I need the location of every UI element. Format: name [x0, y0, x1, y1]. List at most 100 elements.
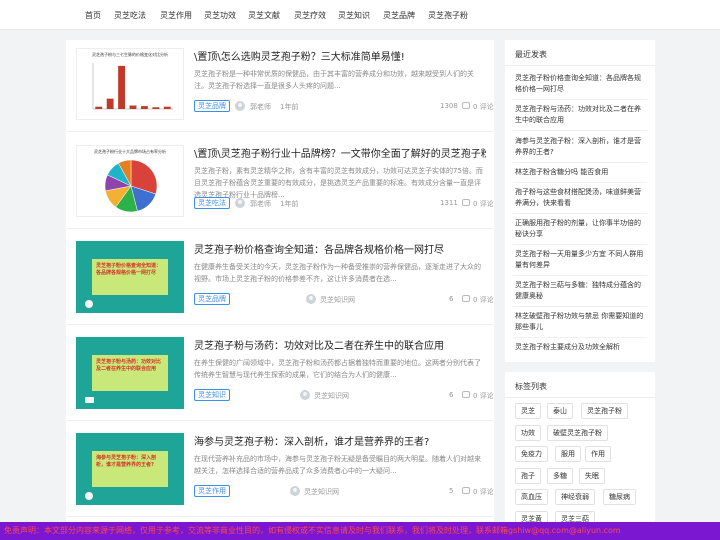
article-comments[interactable]: 0 评论	[473, 487, 494, 497]
recent-post-link[interactable]: 林芝破壁孢子粉功效与禁忌 你需要知道的那些事儿	[515, 311, 647, 333]
article-thumbnail[interactable]: 灵芝孢子粉与汤药：功效对比及二者在养生中的联合应用	[76, 337, 184, 409]
thumbnail-text: 海参与灵芝孢子粉：深入剖析，谁才是营养界的王者?	[96, 455, 157, 468]
chart-bar	[152, 107, 160, 109]
chart-bar	[118, 65, 125, 109]
recent-post-link[interactable]: 灵芝孢子粉一天用量多少方宜 不同人群用量有何差异	[515, 249, 647, 271]
article-excerpt: 在现代营养补充品的市场中，海参与灵芝孢子粉无疑是备受瞩目的两大明星。随着人们对越…	[194, 455, 481, 475]
tag-link[interactable]: 失眠	[579, 468, 605, 484]
tag-list-widget: 标签列表 灵芝 泰山 灵芝孢子粉 功效 破壁灵芝孢子粉 免疫力 服用 作用 孢子…	[505, 372, 655, 527]
avatar	[306, 294, 316, 304]
thumbnail-text: 灵芝孢子粉与汤药：功效对比及二者在养生中的联合应用	[96, 359, 162, 372]
divider	[505, 65, 655, 66]
article-comments[interactable]: 0 评论	[473, 102, 494, 112]
article-title[interactable]: 海参与灵芝孢子粉：深入剖析，谁才是营养界的王者?	[194, 433, 486, 448]
nav-item-therapy[interactable]: 灵芝疗效	[294, 10, 326, 21]
nav-item-efficacy[interactable]: 灵芝功效	[204, 10, 236, 21]
article-title[interactable]: \置顶\怎么选购灵芝孢子粉？三大标准简单易懂!	[194, 48, 486, 63]
tag-link[interactable]: 免疫力	[515, 446, 548, 462]
article-author[interactable]: 灵芝知识网	[320, 295, 355, 305]
recent-posts-title: 最近发表	[515, 50, 547, 59]
recent-post-link[interactable]: 灵芝孢子粉与汤药：功效对比及二者在养生中的联合应用	[515, 104, 647, 126]
comment-icon	[462, 487, 470, 494]
article-thumbnail[interactable]: 灵芝孢子粉价格查询全知道：各品牌各规格价格一网打尽	[76, 241, 184, 313]
recent-post-link[interactable]: 灵芝孢子粉价格查询全知道：各品牌各规格价格一网打尽	[515, 73, 647, 95]
avatar	[290, 486, 300, 496]
tag-link[interactable]: 灵芝	[515, 403, 541, 419]
nav-item-literature[interactable]: 灵芝文献	[248, 10, 280, 21]
tag-list-title: 标签列表	[515, 382, 547, 391]
article-author[interactable]: 郭老师	[250, 199, 271, 209]
divider	[505, 397, 655, 398]
nav-item-effect[interactable]: 灵芝作用	[160, 10, 192, 21]
article-item: 灵芝孢子粉价格查询全知道：各品牌各规格价格一网打尽 灵芝孢子粉价格查询全知道：各…	[66, 233, 494, 325]
article-tag[interactable]: 灵芝品牌	[194, 293, 230, 305]
article-author[interactable]: 灵芝知识网	[304, 487, 339, 497]
tag-link[interactable]: 神经衰弱	[555, 489, 595, 505]
article-item: 灵芝孢子粉与汤药：功效对比及二者在养生中的联合应用 灵芝孢子粉与汤药：功效对比及…	[66, 329, 494, 421]
thumbnail-text: 灵芝孢子粉价格查询全知道：各品牌各规格价格一网打尽	[96, 263, 162, 276]
thumbnail-label-box: 灵芝孢子粉与汤药：功效对比及二者在养生中的联合应用	[92, 355, 168, 391]
recent-post-link[interactable]: 海参与灵芝孢子粉：深入剖析，谁才是营养界的王者?	[515, 136, 647, 158]
tag-link[interactable]: 泰山	[547, 403, 573, 419]
article-tag[interactable]: 灵芝吃法	[194, 197, 230, 209]
comment-icon	[462, 295, 470, 302]
tag-link[interactable]: 多糖	[547, 468, 573, 484]
tag-link[interactable]: 糖尿病	[603, 489, 636, 505]
article-comments[interactable]: 0 评论	[473, 391, 494, 401]
article-author[interactable]: 灵芝知识网	[314, 391, 349, 401]
nav-item-eating[interactable]: 灵芝吃法	[114, 10, 146, 21]
recent-post-link[interactable]: 灵芝孢子粉主要成分及功效全解析	[515, 342, 647, 353]
nav-item-knowledge[interactable]: 灵芝知识	[338, 10, 370, 21]
thumbnail-label-box: 灵芝孢子粉价格查询全知道：各品牌各规格价格一网打尽	[92, 259, 168, 295]
article-comments[interactable]: 0 评论	[473, 295, 494, 305]
article-item: 灵芝孢子粉行业十大品牌市场占有率分析 \置顶\灵芝孢子粉行业十品牌榜？一文带你全…	[66, 137, 494, 229]
divider	[513, 213, 647, 214]
nav-item-brand[interactable]: 灵芝品牌	[383, 10, 415, 21]
divider	[513, 244, 647, 245]
article-comments[interactable]: 0 评论	[473, 199, 494, 209]
divider	[513, 162, 647, 163]
article-list: 灵芝孢子粉与三七生脉的价格变化对比分析 \置顶\怎么选购灵芝孢子粉？三大标准简单…	[66, 40, 494, 540]
recent-post-link[interactable]: 孢子粉与这些食材搭配煲汤，味道鲜美营养满分，快来看看	[515, 187, 647, 209]
comment-icon	[462, 102, 470, 109]
article-title[interactable]: 灵芝孢子粉与汤药：功效对比及二者在养生中的联合应用	[194, 337, 486, 352]
chart-axis	[92, 63, 173, 110]
recent-posts-widget: 最近发表 灵芝孢子粉价格查询全知道：各品牌各规格价格一网打尽 灵芝孢子粉与汤药：…	[505, 40, 655, 362]
tag-link[interactable]: 灵芝孢子粉	[581, 403, 628, 419]
tag-link[interactable]: 破壁灵芝孢子粉	[547, 425, 608, 441]
article-thumbnail[interactable]: 海参与灵芝孢子粉：深入剖析，谁才是营养界的王者?	[76, 433, 184, 505]
recent-post-link[interactable]: 正确服用孢子粉的剂量，让你事半功倍的秘诀分享	[515, 218, 647, 240]
article-time: 1年前	[280, 200, 299, 208]
article-thumbnail[interactable]: 灵芝孢子粉行业十大品牌市场占有率分析	[76, 145, 184, 217]
article-views: 6	[449, 295, 454, 303]
article-views: 6	[449, 391, 454, 399]
article-tag[interactable]: 灵芝知识	[194, 389, 230, 401]
divider	[513, 337, 647, 338]
nav-item-home[interactable]: 首页	[85, 10, 101, 21]
tag-link[interactable]: 服用	[555, 446, 581, 462]
recent-post-link[interactable]: 灵芝孢子粉三萜与多糖：独特成分蕴含的健康奥秘	[515, 280, 647, 302]
bar-chart	[92, 63, 173, 110]
article-author[interactable]: 郭老师	[250, 102, 271, 112]
recent-post-link[interactable]: 林芝孢子粉含糖分吗 能否食用	[515, 167, 647, 178]
comment-icon	[462, 391, 470, 398]
article-time: 1年前	[280, 103, 299, 111]
article-title[interactable]: \置顶\灵芝孢子粉行业十品牌榜？一文带你全面了解好的灵芝孢子粉！	[194, 145, 486, 160]
tag-link[interactable]: 孢子	[515, 468, 541, 484]
divider	[513, 275, 647, 276]
article-excerpt: 在健康养生备受关注的今天，灵芝孢子粉作为一种备受推崇的营养保健品，逐渐走进了大众…	[194, 263, 481, 283]
article-views: 5	[449, 487, 454, 495]
article-title[interactable]: 灵芝孢子粉价格查询全知道：各品牌各规格价格一网打尽	[194, 241, 486, 256]
article-item: 海参与灵芝孢子粉：深入剖析，谁才是营养界的王者? 海参与灵芝孢子粉：深入剖析，谁…	[66, 425, 494, 517]
article-tag[interactable]: 灵芝作用	[194, 485, 230, 497]
chart-bar	[129, 105, 137, 109]
article-thumbnail[interactable]: 灵芝孢子粉与三七生脉的价格变化对比分析	[76, 48, 184, 120]
tag-link[interactable]: 作用	[585, 446, 611, 462]
article-tag[interactable]: 灵芝品牌	[194, 100, 230, 112]
comment-icon	[462, 199, 470, 206]
chart-bar	[163, 106, 171, 109]
article-views: 1308	[440, 102, 458, 110]
tag-link[interactable]: 功效	[515, 425, 541, 441]
tag-link[interactable]: 高血压	[515, 489, 548, 505]
nav-item-spore-powder[interactable]: 灵芝孢子粉	[428, 10, 468, 21]
